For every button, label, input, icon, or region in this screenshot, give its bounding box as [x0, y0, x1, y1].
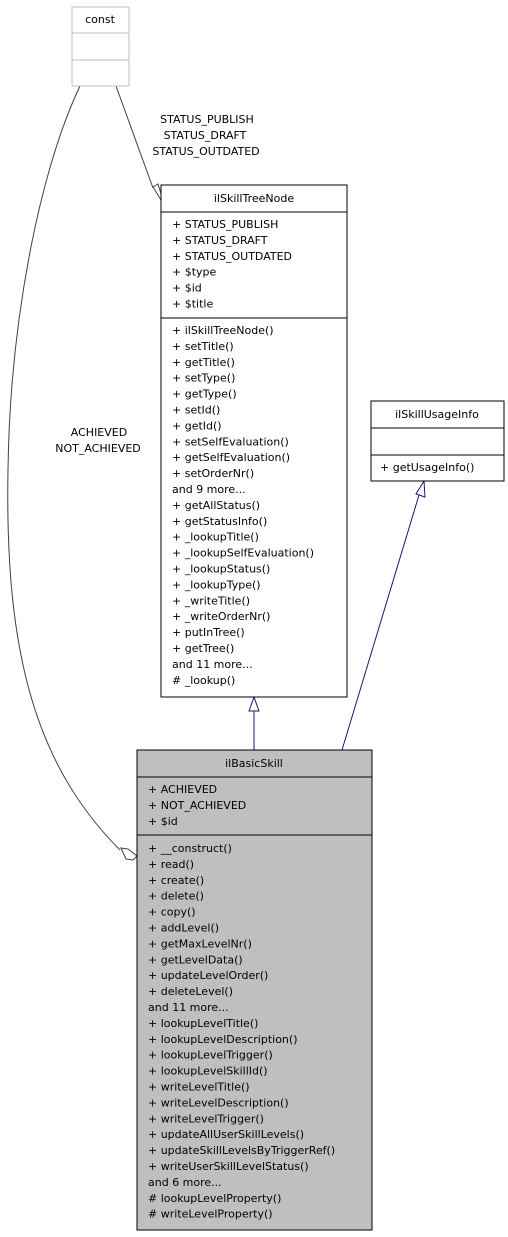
- class-name: ilSkillUsageInfo: [395, 408, 479, 421]
- edge-label: STATUS_DRAFT: [164, 129, 247, 142]
- edge-label: ACHIEVED: [71, 426, 127, 439]
- class-attribute[interactable]: + $id: [172, 282, 202, 295]
- class-method[interactable]: + lookupLevelSkillId(): [148, 1065, 268, 1078]
- class-method[interactable]: + setSelfEvaluation(): [172, 435, 289, 448]
- edge-label: STATUS_OUTDATED: [152, 145, 259, 158]
- class-method[interactable]: + __construct(): [148, 842, 232, 855]
- class-method[interactable]: # _lookup(): [172, 674, 235, 687]
- class-attribute[interactable]: + NOT_ACHIEVED: [148, 799, 246, 812]
- edge-label: STATUS_PUBLISH: [160, 113, 254, 126]
- class-method[interactable]: + _writeOrderNr(): [172, 610, 270, 623]
- class-method[interactable]: + read(): [148, 858, 194, 871]
- aggregation-diamond-icon: [120, 847, 138, 861]
- class-method[interactable]: + lookupLevelTitle(): [148, 1017, 258, 1030]
- class-method[interactable]: + getTree(): [172, 642, 234, 655]
- class-method[interactable]: + getType(): [172, 388, 237, 401]
- class-method[interactable]: + lookupLevelTrigger(): [148, 1049, 273, 1062]
- class-method[interactable]: + setTitle(): [172, 340, 234, 353]
- class-method[interactable]: + lookupLevelDescription(): [148, 1033, 297, 1046]
- class-method[interactable]: + _lookupStatus(): [172, 563, 270, 576]
- class-method[interactable]: + copy(): [148, 906, 196, 919]
- class-method[interactable]: + getId(): [172, 419, 222, 432]
- edge-const-to-ilskilltreenode: [115, 85, 154, 189]
- class-method[interactable]: # lookupLevelProperty(): [148, 1192, 281, 1205]
- class-method[interactable]: + ilSkillTreeNode(): [172, 324, 274, 337]
- class-method[interactable]: and 11 more...: [148, 1001, 229, 1014]
- edge-ilbasicskill-to-ilskillusageinfo: [341, 494, 420, 751]
- class-method[interactable]: + updateLevelOrder(): [148, 969, 268, 982]
- class-name: ilBasicSkill: [225, 757, 283, 770]
- class-method[interactable]: + delete(): [148, 890, 204, 903]
- class-name: const: [85, 13, 115, 26]
- class-method[interactable]: + writeLevelTrigger(): [148, 1112, 264, 1125]
- class-method[interactable]: + create(): [148, 874, 204, 887]
- class-method[interactable]: + writeLevelDescription(): [148, 1096, 289, 1109]
- class-method[interactable]: + updateAllUserSkillLevels(): [148, 1128, 304, 1141]
- class-method[interactable]: + _writeTitle(): [172, 594, 250, 607]
- class-method[interactable]: + getTitle(): [172, 356, 235, 369]
- class-method[interactable]: and 6 more...: [148, 1176, 222, 1189]
- class-method[interactable]: + setType(): [172, 372, 235, 385]
- class-method[interactable]: + setId(): [172, 404, 220, 417]
- inheritance-arrow-icon: [248, 695, 260, 712]
- class-method[interactable]: and 9 more...: [172, 483, 246, 496]
- class-method[interactable]: + _lookupType(): [172, 578, 261, 591]
- class-diagram: STATUS_PUBLISH STATUS_DRAFT STATUS_OUTDA…: [7, 6, 505, 1231]
- class-method[interactable]: and 11 more...: [172, 658, 253, 671]
- inheritance-arrow-icon: [415, 479, 426, 498]
- class-ilskilltreenode[interactable]: ilSkillTreeNode + STATUS_PUBLISH + STATUS…: [160, 184, 348, 698]
- class-attribute[interactable]: + $title: [172, 298, 213, 311]
- class-method[interactable]: + _lookupSelfEvaluation(): [172, 547, 314, 560]
- class-attribute[interactable]: + STATUS_PUBLISH: [172, 218, 278, 231]
- class-attribute[interactable]: + ACHIEVED: [148, 783, 217, 796]
- class-ilbasicskill[interactable]: ilBasicSkill + ACHIEVED + NOT_ACHIEVED + $…: [136, 749, 373, 1231]
- class-attribute[interactable]: + STATUS_OUTDATED: [172, 250, 292, 263]
- class-method[interactable]: + getStatusInfo(): [172, 515, 267, 528]
- class-method[interactable]: + addLevel(): [148, 922, 219, 935]
- class-method[interactable]: + getLevelData(): [148, 953, 243, 966]
- class-method[interactable]: + writeLevelTitle(): [148, 1081, 250, 1094]
- class-method[interactable]: + _lookupTitle(): [172, 531, 259, 544]
- class-method[interactable]: + writeUserSkillLevelStatus(): [148, 1160, 309, 1173]
- class-method[interactable]: + putInTree(): [172, 626, 245, 639]
- class-method[interactable]: + getUsageInfo(): [380, 461, 474, 474]
- class-attribute[interactable]: + $type: [172, 266, 217, 279]
- class-const[interactable]: const: [71, 6, 130, 87]
- edge-const-to-ilbasicskill: [7, 85, 121, 851]
- class-method[interactable]: # writeLevelProperty(): [148, 1208, 273, 1221]
- class-method[interactable]: + deleteLevel(): [148, 985, 233, 998]
- class-attribute[interactable]: + $id: [148, 815, 178, 828]
- class-method[interactable]: + getAllStatus(): [172, 499, 260, 512]
- class-method[interactable]: + setOrderNr(): [172, 467, 254, 480]
- edge-label: NOT_ACHIEVED: [55, 442, 141, 455]
- class-method[interactable]: + getMaxLevelNr(): [148, 937, 252, 950]
- class-ilskillusageinfo[interactable]: ilSkillUsageInfo + getUsageInfo(): [370, 400, 505, 482]
- class-method[interactable]: + getSelfEvaluation(): [172, 451, 290, 464]
- class-method[interactable]: + updateSkillLevelsByTriggerRef(): [148, 1144, 335, 1157]
- class-name: ilSkillTreeNode: [214, 192, 294, 205]
- class-attribute[interactable]: + STATUS_DRAFT: [172, 234, 268, 247]
